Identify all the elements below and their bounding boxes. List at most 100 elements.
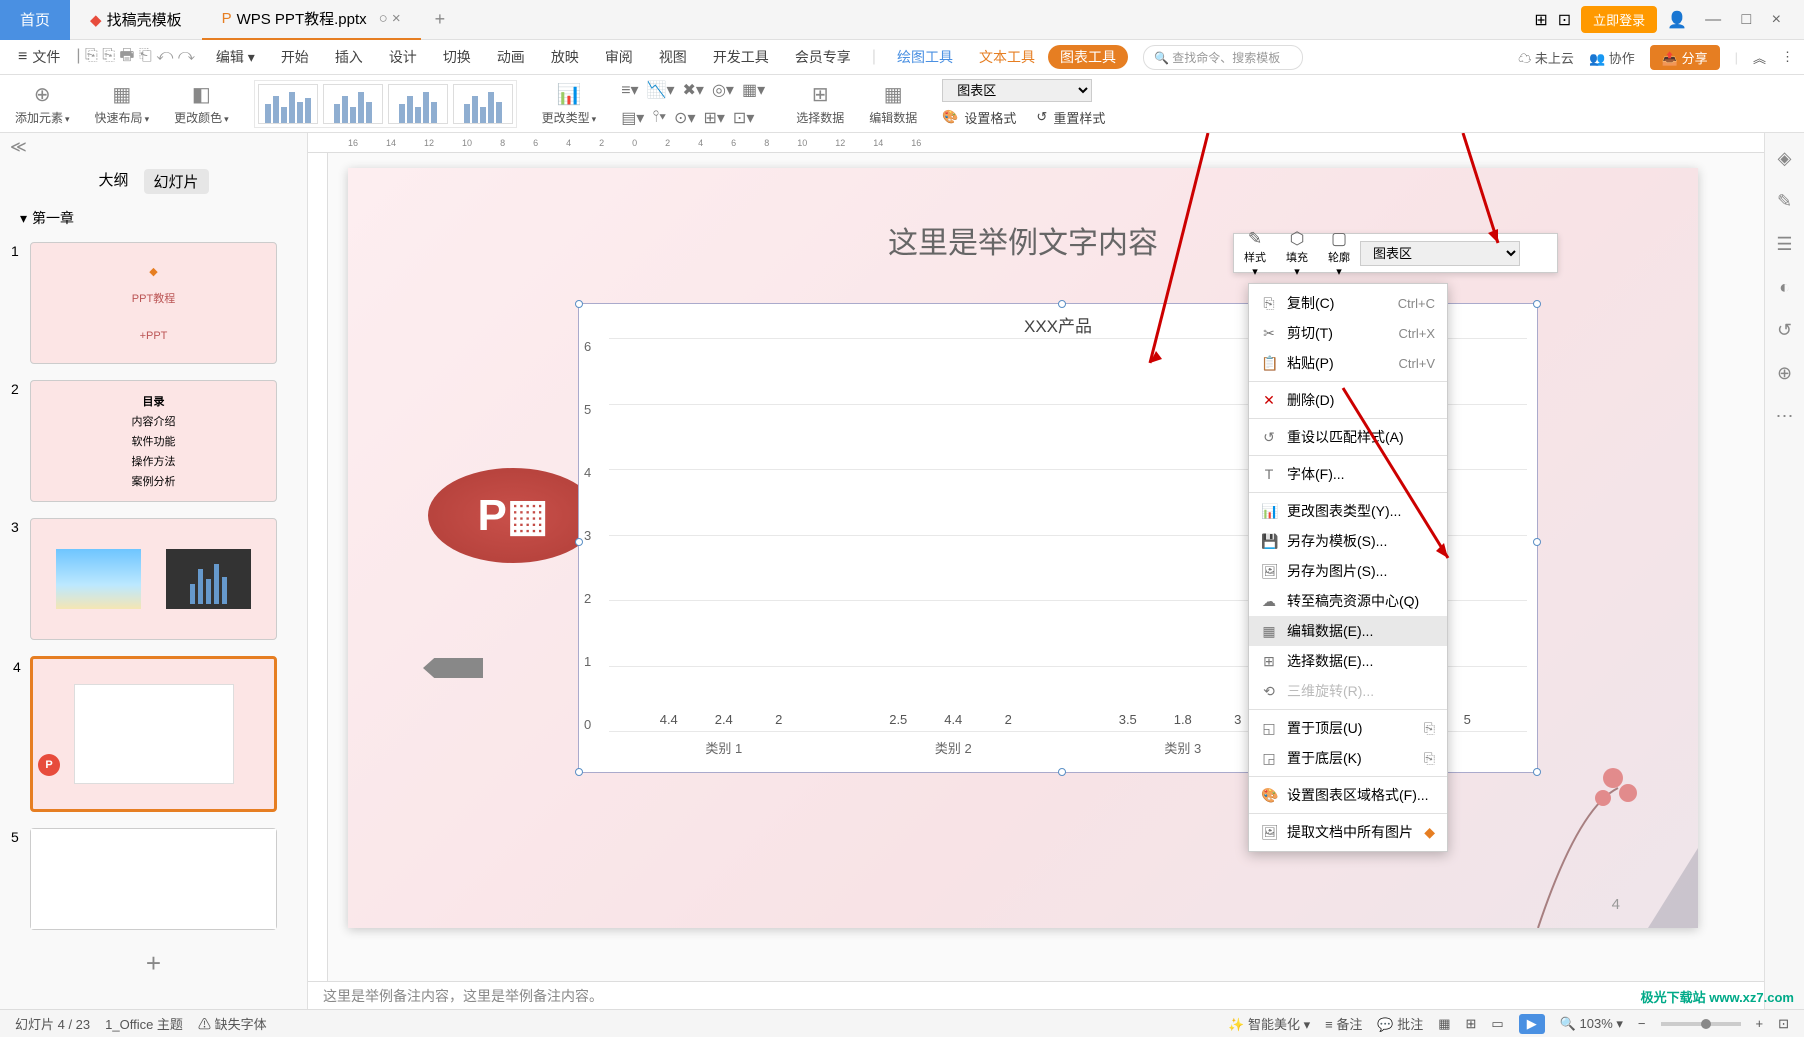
- add-slide-button[interactable]: +: [0, 938, 307, 989]
- menu-review[interactable]: 审阅: [592, 47, 646, 67]
- rail-icon-1[interactable]: ◈: [1778, 148, 1792, 169]
- fill-button[interactable]: ⬡填充▾: [1276, 229, 1318, 278]
- zoom-in-icon[interactable]: +: [1756, 1016, 1764, 1031]
- cloud-status[interactable]: ☁ 未上云: [1518, 48, 1574, 67]
- home-tab[interactable]: 首页: [0, 0, 70, 40]
- menu-format-chart-area[interactable]: 🎨设置图表区域格式(F)...: [1249, 780, 1447, 810]
- view-reading-icon[interactable]: ▭: [1491, 1016, 1503, 1032]
- add-tab-icon[interactable]: +: [421, 9, 460, 30]
- outline-tab[interactable]: 大纲: [98, 169, 128, 194]
- reset-style-button[interactable]: ↺ 重置样式: [1036, 106, 1105, 129]
- share-button[interactable]: 📤 分享: [1650, 45, 1720, 70]
- login-button[interactable]: 立即登录: [1581, 6, 1657, 33]
- zoom-level[interactable]: 🔍 103% ▾: [1560, 1016, 1623, 1032]
- close-window-icon[interactable]: ×: [1764, 11, 1789, 28]
- change-type-button[interactable]: 📊更改类型: [542, 82, 597, 126]
- menu-chart-tools[interactable]: 图表工具: [1048, 45, 1128, 69]
- watermark: 极光下载站 www.xz7.com: [1641, 987, 1794, 1006]
- menu-animation[interactable]: 动画: [484, 47, 538, 67]
- slide-thumb-3[interactable]: 3: [30, 518, 277, 640]
- rail-icon-7[interactable]: ⋯: [1776, 406, 1794, 427]
- collapse-ribbon-icon[interactable]: ︽: [1753, 48, 1766, 67]
- missing-font-warning[interactable]: ⚠ 缺失字体: [198, 1014, 267, 1033]
- file-menu[interactable]: 文件: [10, 44, 68, 70]
- edit-data-button[interactable]: ▦编辑数据: [869, 82, 917, 126]
- menu-delete[interactable]: ✕删除(D): [1249, 385, 1447, 415]
- menu-member[interactable]: 会员专享: [782, 47, 864, 67]
- menu-send-back[interactable]: ◲置于底层(K)⎘: [1249, 743, 1447, 773]
- comments-toggle[interactable]: 💬 批注: [1377, 1014, 1423, 1033]
- style-button[interactable]: ✎样式▾: [1234, 229, 1276, 278]
- command-search[interactable]: 🔍 查找命令、搜索模板: [1143, 45, 1303, 70]
- menu-slideshow[interactable]: 放映: [538, 47, 592, 67]
- menu-insert[interactable]: 插入: [322, 47, 376, 67]
- menu-design[interactable]: 设计: [376, 47, 430, 67]
- menu-font[interactable]: T字体(F)...: [1249, 459, 1447, 489]
- rail-icon-5[interactable]: ↺: [1777, 320, 1792, 341]
- menu-save-template[interactable]: 💾另存为模板(S)...: [1249, 526, 1447, 556]
- menu-to-resource[interactable]: ☁转至稿壳资源中心(Q): [1249, 586, 1447, 616]
- menu-edit-data[interactable]: ▦编辑数据(E)...: [1249, 616, 1447, 646]
- slide-thumb-1[interactable]: 1 ◆PPT教程+PPT: [30, 242, 277, 364]
- menu-select-data[interactable]: ⊞选择数据(E)...: [1249, 646, 1447, 676]
- theme-indicator[interactable]: 1_Office 主题: [105, 1014, 183, 1033]
- rail-icon-3[interactable]: ☰: [1776, 234, 1792, 255]
- slide-thumb-4[interactable]: 4 P: [30, 656, 277, 812]
- menu-draw-tools[interactable]: 绘图工具: [884, 47, 966, 67]
- chapter-1[interactable]: ▾ 第一章: [0, 202, 307, 234]
- menu-more-icon[interactable]: ⋮: [1781, 49, 1794, 65]
- close-tab-icon[interactable]: ○ ×: [379, 10, 401, 27]
- rail-icon-4[interactable]: ◐: [1779, 277, 1790, 298]
- menu-extract-images[interactable]: 🖼提取文档中所有图片◆: [1249, 817, 1447, 847]
- menu-start[interactable]: 开始: [268, 47, 322, 67]
- menu-bring-front[interactable]: ◱置于顶层(U)⎘: [1249, 713, 1447, 743]
- menu-devtools[interactable]: 开发工具: [700, 47, 782, 67]
- apps-icon[interactable]: ⊡: [1558, 10, 1571, 30]
- floating-format-toolbar[interactable]: ✎样式▾ ⬡填充▾ ▢轮廓▾ 图表区: [1233, 233, 1558, 273]
- menu-reset-match[interactable]: ↺重设以匹配样式(A): [1249, 422, 1447, 452]
- menu-transition[interactable]: 切换: [430, 47, 484, 67]
- slides-tab[interactable]: 幻灯片: [144, 169, 209, 194]
- chart-element-select[interactable]: 图表区: [942, 79, 1092, 102]
- menu-paste[interactable]: 📋粘贴(P)Ctrl+V: [1249, 348, 1447, 378]
- menu-text-tools[interactable]: 文本工具: [966, 47, 1048, 67]
- change-color-button[interactable]: ◧更改颜色: [174, 82, 229, 126]
- horizontal-ruler: 1614121086420246810121416: [308, 133, 1764, 153]
- avatar-icon[interactable]: 👤: [1667, 10, 1687, 30]
- menu-rotate-3d: ⟲三维旋转(R)...: [1249, 676, 1447, 706]
- slide-thumb-2[interactable]: 2 目录 内容介绍软件功能 操作方法案例分析: [30, 380, 277, 502]
- document-tab[interactable]: PWPS PPT教程.pptx ○ ×: [202, 0, 421, 40]
- view-sorter-icon[interactable]: ⊞: [1466, 1016, 1477, 1032]
- maximize-icon[interactable]: □: [1734, 11, 1760, 28]
- view-normal-icon[interactable]: ▦: [1438, 1016, 1450, 1032]
- chart-style-gallery[interactable]: [254, 80, 517, 128]
- edit-dropdown[interactable]: 编辑 ▾: [203, 47, 268, 67]
- play-button[interactable]: ▶: [1519, 1014, 1545, 1034]
- outline-button[interactable]: ▢轮廓▾: [1318, 229, 1360, 278]
- menu-copy[interactable]: ⎘复制(C)Ctrl+C: [1249, 288, 1447, 318]
- flower-decoration: [1518, 708, 1698, 928]
- menu-change-chart-type[interactable]: 📊更改图表类型(Y)...: [1249, 496, 1447, 526]
- fit-icon[interactable]: ⊡: [1778, 1016, 1789, 1032]
- rail-icon-6[interactable]: ⊕: [1777, 363, 1792, 384]
- notes-toggle[interactable]: ≡ 备注: [1325, 1014, 1362, 1033]
- context-menu: ⎘复制(C)Ctrl+C ✂剪切(T)Ctrl+X 📋粘贴(P)Ctrl+V ✕…: [1248, 283, 1448, 852]
- zoom-out-icon[interactable]: −: [1638, 1016, 1646, 1031]
- rail-icon-2[interactable]: ✎: [1777, 191, 1792, 212]
- add-element-button[interactable]: ⊕添加元素: [15, 82, 70, 126]
- menu-view[interactable]: 视图: [646, 47, 700, 67]
- tab-template[interactable]: ◆找稿壳模板: [70, 0, 202, 40]
- float-element-select[interactable]: 图表区: [1360, 241, 1520, 266]
- select-data-button[interactable]: ⊞选择数据: [796, 82, 844, 126]
- minimize-icon[interactable]: —: [1697, 11, 1729, 28]
- menu-cut[interactable]: ✂剪切(T)Ctrl+X: [1249, 318, 1447, 348]
- slide-thumb-5[interactable]: 5: [30, 828, 277, 930]
- menu-save-image[interactable]: 🖼另存为图片(S)...: [1249, 556, 1447, 586]
- notes-bar[interactable]: 这里是举例备注内容，这里是举例备注内容。: [308, 981, 1764, 1009]
- beautify-button[interactable]: ✨ 智能美化 ▾: [1228, 1014, 1310, 1033]
- grid-icon[interactable]: ⊞: [1534, 10, 1547, 30]
- collab-button[interactable]: 👥 协作: [1589, 48, 1635, 67]
- set-format-button[interactable]: 🎨 设置格式: [942, 106, 1016, 129]
- quick-layout-button[interactable]: ▦快速布局: [95, 82, 150, 126]
- chart-options-icons[interactable]: ≡▾📉▾✖▾◎▾▦▾ ▤▾⫯▾⊙▾⊞▾⊡▾: [621, 80, 771, 128]
